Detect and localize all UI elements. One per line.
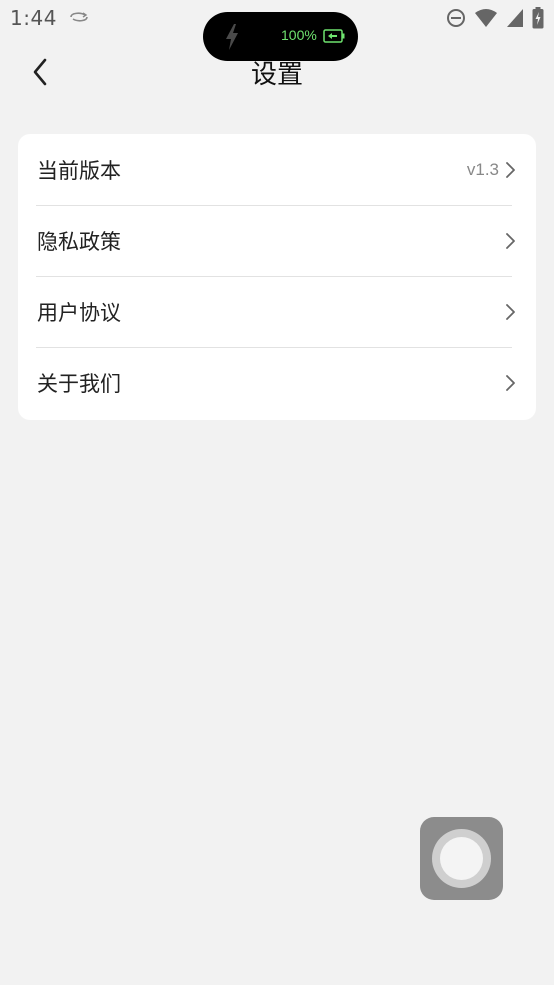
battery-icon bbox=[532, 7, 544, 29]
settings-item-about-us[interactable]: 关于我们 bbox=[18, 347, 536, 418]
settings-item-version[interactable]: 当前版本 v1.3 bbox=[18, 134, 536, 205]
settings-item-privacy-policy[interactable]: 隐私政策 bbox=[18, 205, 536, 276]
chevron-right-icon bbox=[506, 303, 515, 320]
assistive-touch-core bbox=[440, 837, 483, 880]
settings-item-label: 用户协议 bbox=[37, 300, 121, 325]
settings-item-user-agreement[interactable]: 用户协议 bbox=[18, 276, 536, 347]
settings-item-label: 隐私政策 bbox=[37, 229, 121, 254]
status-icons bbox=[446, 7, 544, 29]
settings-list: 当前版本 v1.3 隐私政策 用户协议 关于我们 bbox=[18, 134, 536, 420]
settings-item-label: 关于我们 bbox=[37, 371, 121, 396]
battery-percent: 100% bbox=[281, 27, 317, 43]
page-title: 设置 bbox=[250, 60, 303, 90]
assistive-touch-button[interactable] bbox=[420, 817, 503, 900]
chevron-right-icon bbox=[506, 232, 515, 249]
cell-signal-icon bbox=[507, 9, 523, 27]
battery-charging-icon bbox=[323, 29, 345, 43]
settings-item-label: 当前版本 bbox=[37, 158, 121, 183]
chevron-right-icon bbox=[506, 374, 515, 391]
status-time: 1:44 bbox=[10, 6, 57, 30]
version-value: v1.3 bbox=[466, 159, 499, 179]
wifi-icon bbox=[475, 9, 497, 27]
sync-icon bbox=[70, 12, 88, 22]
do-not-disturb-icon bbox=[447, 9, 465, 27]
lightning-bolt-icon bbox=[226, 24, 238, 50]
chevron-right-icon bbox=[506, 161, 515, 178]
